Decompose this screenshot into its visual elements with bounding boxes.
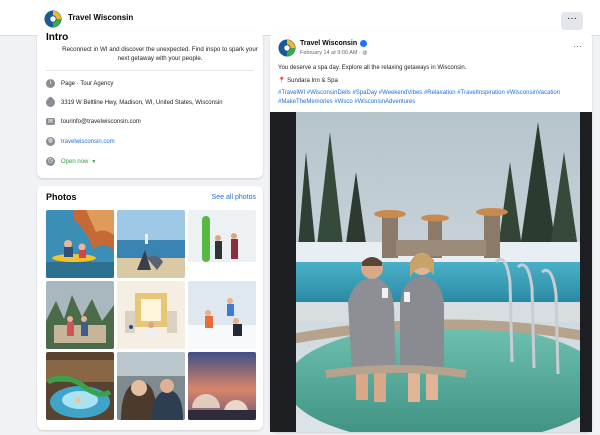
- intro-card: Intro Reconnect in WI and discover the u…: [37, 32, 263, 178]
- igloo-sunset-photo: [188, 352, 256, 420]
- divider: [46, 70, 254, 71]
- photo-thumbnail[interactable]: [188, 352, 256, 420]
- globe-icon: ◍: [46, 137, 55, 146]
- post-author-name[interactable]: Travel Wisconsin: [300, 40, 357, 47]
- info-icon: i: [46, 79, 55, 88]
- post-card: Travel Wisconsin February 14 at 9:00 AM …: [270, 32, 592, 432]
- intro-title: Intro: [46, 32, 69, 43]
- page-type-row: i Page · Tour Agency: [46, 79, 113, 88]
- post-photo[interactable]: [270, 112, 592, 432]
- spa-couple-image: [296, 112, 580, 432]
- photo-thumbnail[interactable]: [46, 210, 114, 278]
- photo-grid: [46, 210, 256, 422]
- photo-thumbnail[interactable]: [188, 210, 256, 278]
- page-type-prefix: Page: [61, 80, 76, 87]
- clock-icon: ◷: [46, 157, 55, 166]
- address[interactable]: 3319 W Beltline Hwy, Madison, WI, United…: [61, 100, 223, 106]
- see-all-photos-link[interactable]: See all photos: [212, 194, 256, 201]
- photo-thumbnail[interactable]: [46, 281, 114, 349]
- photo-thumbnail[interactable]: [188, 281, 256, 349]
- post-author[interactable]: Travel Wisconsin: [300, 40, 368, 47]
- email-row: ✉ tourinfo@travelwisconsin.com: [46, 118, 141, 125]
- ice-castle-photo: [117, 281, 185, 349]
- post-options-button[interactable]: ···: [573, 41, 582, 51]
- photos-card: Photos See all photos: [37, 186, 263, 430]
- skiing-photo: [188, 210, 256, 278]
- post-location-name[interactable]: Sundara Inn & Spa: [287, 78, 338, 84]
- selfie-photo: [117, 352, 185, 420]
- hours-status[interactable]: Open now: [61, 159, 88, 165]
- website-link[interactable]: travelwisconsin.com: [61, 139, 115, 145]
- chevron-down-icon[interactable]: ▼: [91, 159, 96, 165]
- waterpark-photo: [46, 352, 114, 420]
- post-location[interactable]: 📍 Sundara Inn & Spa: [278, 77, 338, 84]
- photos-title: Photos: [46, 192, 77, 202]
- location-pin-icon: [44, 96, 57, 109]
- top-bar: Travel Wisconsin ···: [0, 0, 600, 36]
- kayaking-photo: [46, 210, 114, 278]
- verified-badge-icon: [360, 40, 368, 47]
- lighthouse-photo: [117, 210, 185, 278]
- photo-thumbnail[interactable]: [117, 210, 185, 278]
- travel-wisconsin-logo[interactable]: [44, 10, 62, 28]
- post-timestamp[interactable]: February 14 at 9:00 AM · ◍: [300, 50, 367, 56]
- address-row: 3319 W Beltline Hwy, Madison, WI, United…: [44, 96, 223, 109]
- page-type: Tour Agency: [80, 80, 114, 87]
- globe-icon: ◍: [362, 50, 368, 56]
- website-row: ◍ travelwisconsin.com: [46, 137, 115, 146]
- intro-description: Reconnect in WI and discover the unexpec…: [62, 46, 258, 62]
- photo-thumbnail[interactable]: [117, 281, 185, 349]
- post-date[interactable]: February 14 at 9:00 AM ·: [300, 50, 362, 56]
- envelope-icon: ✉: [46, 118, 55, 125]
- cabin-photo: [46, 281, 114, 349]
- location-pin-icon: 📍: [278, 78, 286, 84]
- post-text: You deserve a spa day. Explore all the r…: [278, 65, 467, 71]
- post-hashtags[interactable]: #TravelWI #WisconsinDells #SpaDay #Weeke…: [278, 89, 578, 107]
- page-name[interactable]: Travel Wisconsin: [68, 13, 133, 22]
- post-author-avatar[interactable]: [278, 39, 296, 57]
- photo-thumbnail[interactable]: [117, 352, 185, 420]
- more-options-button[interactable]: ···: [561, 12, 583, 30]
- snowboarding-photo: [188, 281, 256, 349]
- email[interactable]: tourinfo@travelwisconsin.com: [61, 119, 141, 125]
- photo-thumbnail[interactable]: [46, 352, 114, 420]
- hours-row[interactable]: ◷ Open now ▼: [46, 157, 96, 166]
